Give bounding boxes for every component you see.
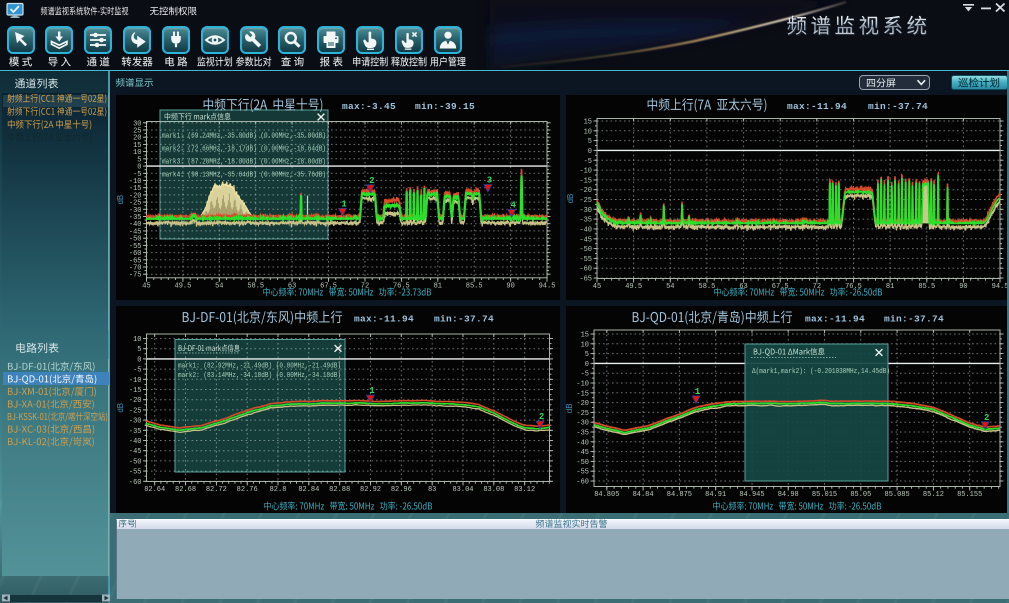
svg-text:mark1: (82.92MHz,-21.49dB) (0: mark1: (82.92MHz,-21.49dB) (0.00MHz,-21.… [178,363,341,371]
svg-text:mark4: (90.13MHz,-35.64dB) (0: mark4: (90.13MHz,-35.64dB) (0.00MHz,-35.… [162,172,326,180]
svg-text:max:-11.94: max:-11.94 [787,101,847,112]
svg-text:max:-11.94: max:-11.94 [354,314,414,325]
svg-text:max:-11.94: max:-11.94 [805,314,865,325]
svg-text:min:-37.74: min:-37.74 [434,314,494,325]
svg-text:mark1: (69.24MHz,-35.00dB) (0: mark1: (69.24MHz,-35.00dB) (0.00MHz,-35.… [162,133,326,141]
svg-text:min:-39.15: min:-39.15 [415,101,475,112]
svg-text:mark2: (83.14MHz,-34.18dB) (0: mark2: (83.14MHz,-34.18dB) (0.00MHz,-34.… [178,372,341,380]
svg-text:mark3: (87.20MHz,-18.00dB) (0: mark3: (87.20MHz,-18.00dB) (0.00MHz,-18.… [162,159,326,167]
svg-text:Δ(mark1,mark2): (-0.201030MHz: Δ(mark1,mark2): (-0.201030MHz,14.45dB) [752,368,890,376]
svg-text:mark2: (72.66MHz,-18.17dB) (0: mark2: (72.66MHz,-18.17dB) (0.00MHz,-18.… [162,146,326,154]
svg-text:max:-3.45: max:-3.45 [342,101,396,112]
svg-text:min:-37.74: min:-37.74 [884,314,944,325]
svg-text:min:-37.74: min:-37.74 [868,101,928,112]
